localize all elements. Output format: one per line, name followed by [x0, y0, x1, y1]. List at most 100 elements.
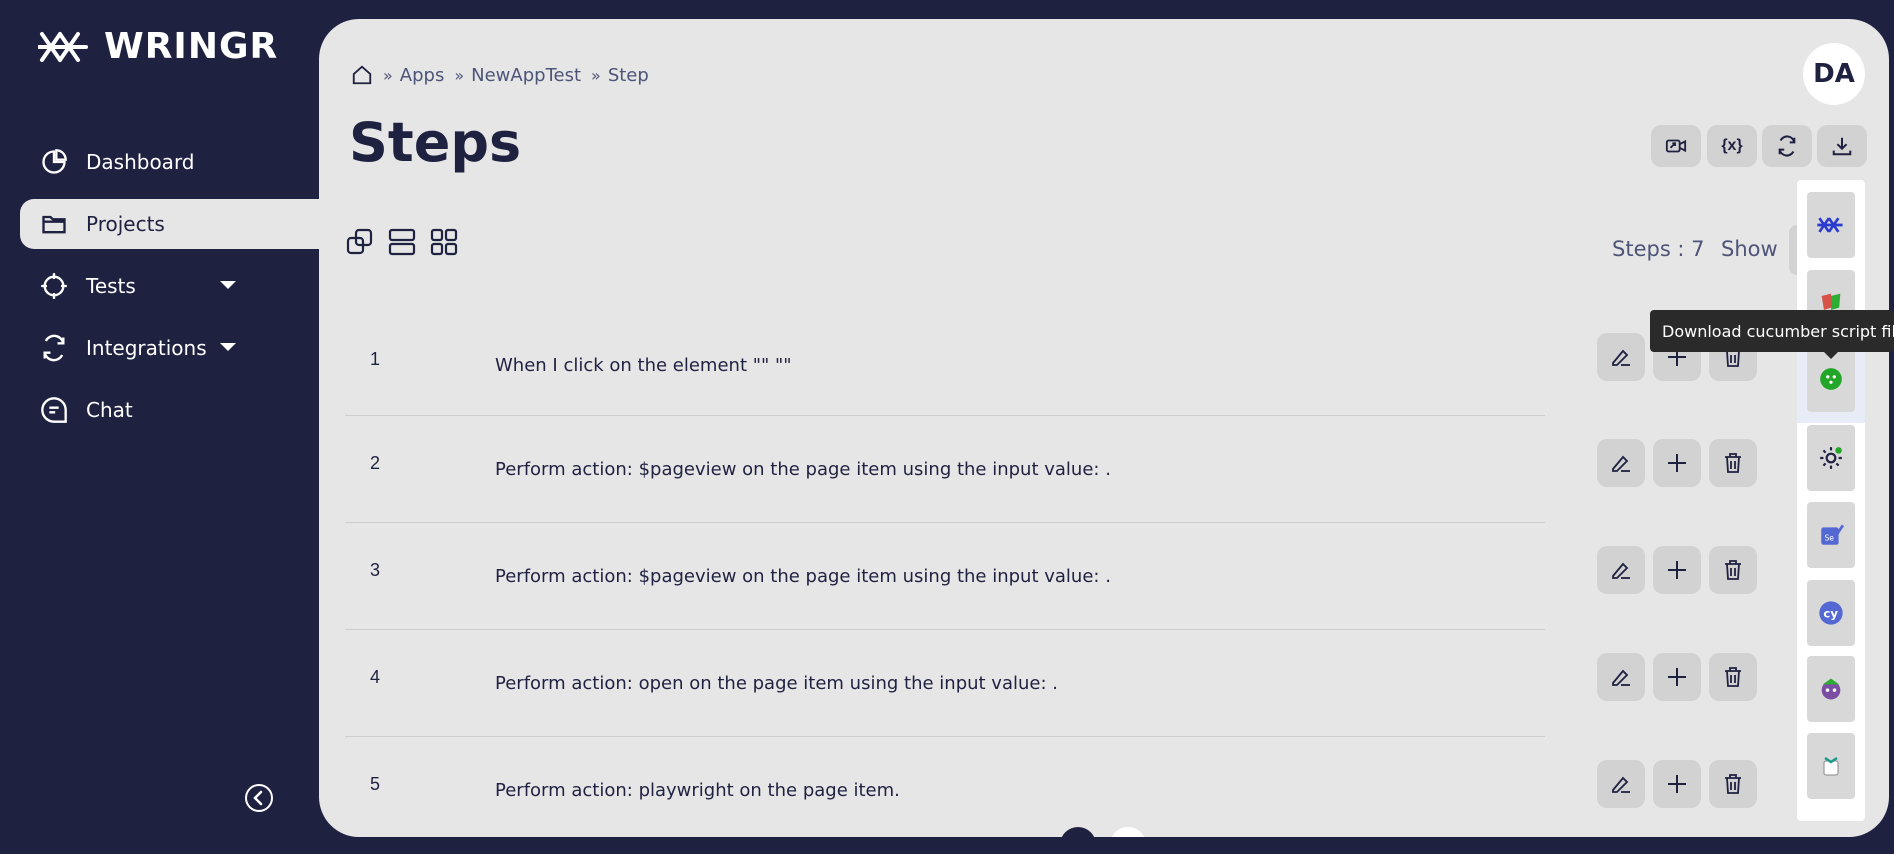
pencil-icon	[1612, 349, 1630, 366]
sidebar-item-integrations[interactable]: Integrations	[20, 323, 320, 373]
add-step-button[interactable]	[1653, 760, 1701, 808]
download-button[interactable]	[1817, 125, 1867, 167]
table-row: 3 Perform action: $pageview on the page …	[345, 522, 1757, 630]
other-tool-icon	[1823, 756, 1839, 776]
selenium-integration-button[interactable]: Se	[1807, 502, 1855, 568]
breadcrumb-separator-icon: ››	[591, 65, 601, 85]
table-row: 2 Perform action: $pageview on the page …	[345, 415, 1757, 523]
settings-check-icon	[1820, 447, 1842, 469]
plus-icon	[1668, 454, 1686, 472]
app-name: WRINGR	[104, 26, 279, 67]
folder-icon	[40, 210, 68, 238]
pencil-icon	[1612, 776, 1630, 793]
refresh-icon	[40, 334, 68, 362]
variable-icon: {x}	[1721, 137, 1743, 154]
step-number: 2	[370, 453, 381, 473]
show-label: Show	[1721, 237, 1778, 261]
step-text: Perform action: $pageview on the page it…	[495, 566, 1111, 587]
breadcrumb-item[interactable]: NewAppTest	[471, 65, 581, 86]
tooltip-arrow	[1824, 352, 1838, 359]
wringr-icon	[1817, 217, 1843, 233]
delete-button[interactable]	[1709, 653, 1757, 701]
sidebar-item-dashboard[interactable]: Dashboard	[20, 137, 320, 187]
step-number: 3	[370, 560, 381, 580]
plus-icon	[1668, 561, 1686, 579]
pencil-icon	[1612, 669, 1630, 686]
pencil-icon	[1612, 562, 1630, 579]
app-logo[interactable]: WRINGR	[38, 26, 278, 67]
delete-button[interactable]	[1709, 546, 1757, 594]
sidebar-item-label: Tests	[86, 274, 136, 298]
step-number: 1	[370, 349, 381, 369]
delete-button[interactable]	[1709, 439, 1757, 487]
add-step-button[interactable]	[1653, 546, 1701, 594]
download-icon	[1832, 137, 1852, 156]
step-text: Perform action: playwright on the page i…	[495, 780, 900, 801]
pie-chart-icon	[40, 148, 68, 176]
robot-framework-icon	[1821, 678, 1841, 700]
step-text: Perform action: open on the page item us…	[495, 673, 1058, 694]
breadcrumb-item[interactable]: Step	[608, 65, 649, 86]
breadcrumb-separator-icon: ››	[454, 65, 464, 85]
trash-icon	[1725, 560, 1741, 580]
camera-share-button[interactable]	[1651, 125, 1701, 167]
settings-integration-button[interactable]	[1807, 425, 1855, 491]
edit-button[interactable]	[1597, 439, 1645, 487]
table-row: 4 Perform action: open on the page item …	[345, 629, 1757, 737]
camera-share-icon	[1665, 139, 1687, 153]
refresh-button[interactable]	[1762, 125, 1812, 167]
home-icon[interactable]	[351, 64, 373, 86]
delete-button[interactable]	[1709, 760, 1757, 808]
list-view-icon[interactable]	[387, 227, 417, 257]
trash-icon	[1725, 774, 1741, 794]
breadcrumb-item[interactable]: Apps	[400, 65, 445, 86]
cypress-icon: cy	[1819, 601, 1843, 625]
variables-button[interactable]: {x}	[1707, 125, 1757, 167]
selenium-icon: Se	[1821, 524, 1844, 545]
sidebar-item-projects[interactable]: Projects	[20, 199, 320, 249]
edit-button[interactable]	[1597, 760, 1645, 808]
cypress-integration-button[interactable]: cy	[1807, 580, 1855, 646]
step-number: 5	[370, 774, 381, 794]
sidebar-item-tests[interactable]: Tests	[20, 261, 320, 311]
step-text: Perform action: $pageview on the page it…	[495, 459, 1111, 480]
page-title: Steps	[349, 111, 522, 174]
plus-icon	[1668, 668, 1686, 686]
refresh-icon	[1778, 135, 1796, 157]
robot-integration-button[interactable]	[1807, 656, 1855, 722]
breadcrumb: ›› Apps ›› NewAppTest ›› Step	[351, 64, 649, 86]
chevron-down-icon[interactable]	[220, 343, 236, 351]
edit-button[interactable]	[1597, 546, 1645, 594]
sidebar-item-label: Integrations	[86, 336, 207, 360]
chat-icon	[40, 396, 68, 424]
wringr-logo-icon	[38, 31, 88, 62]
add-step-button[interactable]	[1653, 653, 1701, 701]
sidebar-item-label: Dashboard	[86, 150, 195, 174]
edit-button[interactable]	[1597, 653, 1645, 701]
grid-view-icon[interactable]	[429, 227, 459, 257]
sidebar-item-label: Projects	[86, 212, 165, 236]
svg-text:cy: cy	[1823, 607, 1838, 621]
add-step-button[interactable]	[1653, 439, 1701, 487]
plus-icon	[1668, 775, 1686, 793]
step-text: When I click on the element "" ""	[495, 355, 792, 376]
svg-text:Se: Se	[1825, 533, 1835, 542]
sidebar-nav: Dashboard Projects Tests Integrations Ch…	[20, 137, 320, 447]
chevron-down-icon[interactable]	[220, 281, 236, 289]
trash-icon	[1725, 667, 1741, 687]
other-integration-button[interactable]	[1807, 733, 1855, 799]
sidebar-item-chat[interactable]: Chat	[20, 385, 320, 435]
wringr-integration-button[interactable]	[1807, 192, 1855, 258]
crosshair-icon	[40, 272, 68, 300]
trash-icon	[1725, 453, 1741, 473]
tooltip: Download cucumber script file	[1650, 310, 1894, 352]
main-panel: ›› Apps ›› NewAppTest ›› Step Steps DA {…	[319, 19, 1889, 837]
copy-view-icon[interactable]	[345, 227, 375, 257]
integrations-panel: Se cy	[1797, 180, 1865, 821]
avatar[interactable]: DA	[1803, 43, 1865, 105]
steps-count: Steps : 7	[1612, 237, 1705, 261]
step-number: 4	[370, 667, 381, 687]
collapse-sidebar-icon[interactable]	[244, 783, 274, 813]
table-row: 1 When I click on the element "" ""	[345, 311, 1757, 416]
edit-button[interactable]	[1597, 333, 1645, 381]
